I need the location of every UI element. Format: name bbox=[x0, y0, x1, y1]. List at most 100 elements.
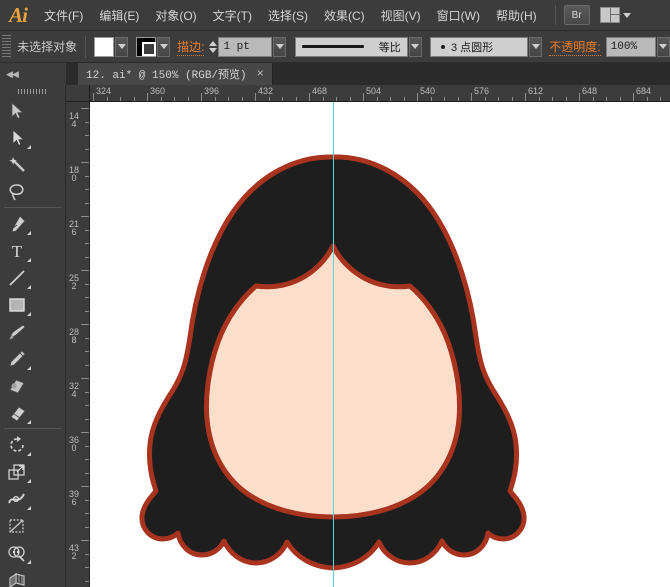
menu-effect[interactable]: 效果(C) bbox=[317, 3, 372, 28]
direct-selection-tool[interactable] bbox=[0, 124, 33, 151]
layout-switcher-icon bbox=[600, 7, 620, 23]
character-head-illustration[interactable] bbox=[90, 102, 670, 587]
illustrator-window: Ai 文件(F) 编辑(E) 对象(O) 文字(T) 选择(S) 效果(C) 视… bbox=[0, 0, 670, 587]
opacity-label: 不透明度: bbox=[549, 38, 600, 56]
lasso-tool[interactable] bbox=[0, 178, 33, 205]
horizontal-ruler[interactable]: 324360396432468504540576612648684 bbox=[66, 85, 670, 102]
ruler-minor-tick bbox=[85, 311, 89, 312]
line-segment-tool[interactable] bbox=[0, 264, 33, 291]
stroke-weight-stepper[interactable] bbox=[209, 41, 217, 53]
close-icon[interactable]: × bbox=[257, 68, 264, 80]
ruler-minor-tick bbox=[498, 97, 499, 101]
rotate-tool[interactable] bbox=[0, 431, 33, 458]
lasso-icon bbox=[7, 182, 27, 202]
bridge-button[interactable]: Br bbox=[564, 5, 590, 25]
tool-flyout-icon bbox=[27, 479, 31, 483]
ruler-label: 468 bbox=[312, 86, 327, 96]
workspace-switcher-button[interactable] bbox=[600, 7, 631, 23]
ruler-label: 648 bbox=[582, 86, 597, 96]
arrow-white-icon bbox=[7, 128, 27, 148]
menu-type[interactable]: 文字(T) bbox=[206, 3, 259, 28]
ruler-major-tick bbox=[417, 93, 418, 101]
stroke-profile-dropdown[interactable] bbox=[409, 37, 422, 57]
stroke-color-swatch[interactable] bbox=[136, 37, 156, 57]
stroke-swatch-dropdown[interactable] bbox=[157, 37, 170, 57]
control-bar-grip[interactable] bbox=[2, 35, 11, 59]
menu-view[interactable]: 视图(V) bbox=[374, 3, 428, 28]
ruler-minor-tick bbox=[85, 135, 89, 136]
menu-window[interactable]: 窗口(W) bbox=[430, 3, 487, 28]
magic-wand-tool[interactable] bbox=[0, 151, 33, 178]
tool-divider bbox=[4, 207, 61, 208]
blob-brush-tool[interactable] bbox=[0, 372, 33, 399]
paintbrush-tool[interactable] bbox=[0, 318, 33, 345]
fill-swatch-dropdown[interactable] bbox=[115, 37, 128, 57]
document-tab-bar: ◀◀ 12. ai* @ 150% (RGB/预览) × bbox=[0, 63, 670, 85]
free-transform-tool[interactable] bbox=[0, 512, 33, 539]
stroke-weight-dropdown[interactable] bbox=[273, 37, 286, 57]
tools-panel-grip[interactable] bbox=[0, 85, 65, 97]
chevron-down-icon bbox=[160, 44, 168, 49]
ruler-label: 288 bbox=[69, 328, 79, 344]
ruler-label: 180 bbox=[69, 166, 79, 182]
scale-icon bbox=[7, 462, 27, 482]
fill-color-swatch[interactable] bbox=[94, 37, 114, 57]
menu-edit[interactable]: 编辑(E) bbox=[92, 3, 146, 28]
ruler-minor-tick bbox=[85, 554, 89, 555]
stroke-weight-input[interactable]: 1 pt bbox=[218, 37, 272, 57]
width-tool[interactable] bbox=[0, 485, 33, 512]
brush-preview-icon bbox=[441, 45, 445, 49]
stroke-profile-label: 等比 bbox=[379, 39, 401, 55]
brush-definition-select[interactable]: 3 点圆形 bbox=[430, 37, 528, 57]
menu-divider bbox=[555, 5, 556, 25]
eraser-tool[interactable] bbox=[0, 399, 33, 426]
ruler-minor-tick bbox=[85, 405, 89, 406]
ruler-minor-tick bbox=[336, 97, 337, 101]
ruler-major-tick bbox=[81, 324, 89, 325]
ruler-minor-tick bbox=[296, 97, 297, 101]
ruler-minor-tick bbox=[134, 97, 135, 101]
ruler-minor-tick bbox=[85, 567, 89, 568]
artboard-canvas[interactable] bbox=[90, 102, 670, 587]
ruler-minor-tick bbox=[85, 203, 89, 204]
ruler-major-tick bbox=[81, 540, 89, 541]
stroke-profile-select[interactable]: 等比 bbox=[295, 37, 408, 57]
tool-flyout-icon bbox=[27, 258, 31, 262]
brush-definition-dropdown[interactable] bbox=[529, 37, 542, 57]
tool-flyout-icon bbox=[27, 560, 31, 564]
shape-builder-tool[interactable] bbox=[0, 539, 33, 566]
opacity-dropdown[interactable] bbox=[657, 37, 670, 57]
control-bar: 未选择对象 描边: 1 pt 等比 3 点圆形 不透明度: 100% bbox=[0, 31, 670, 63]
ruler-minor-tick bbox=[377, 97, 378, 101]
ruler-major-tick bbox=[471, 93, 472, 101]
ruler-label: 540 bbox=[420, 86, 435, 96]
tools-panel-collapse-button[interactable]: ◀◀ bbox=[0, 63, 66, 85]
tool-flyout-icon bbox=[27, 420, 31, 424]
opacity-input[interactable]: 100% bbox=[606, 37, 656, 57]
menu-help[interactable]: 帮助(H) bbox=[489, 3, 544, 28]
menu-file[interactable]: 文件(F) bbox=[37, 3, 90, 28]
ruler-minor-tick bbox=[120, 97, 121, 101]
menu-select[interactable]: 选择(S) bbox=[261, 3, 315, 28]
perspective-grid-tool[interactable] bbox=[0, 566, 33, 587]
ruler-label: 360 bbox=[150, 86, 165, 96]
document-tab[interactable]: 12. ai* @ 150% (RGB/预览) × bbox=[78, 63, 273, 85]
vertical-ruler[interactable]: 144180216252288324360396432468 bbox=[66, 102, 90, 587]
pencil-tool[interactable] bbox=[0, 345, 33, 372]
selection-tool[interactable] bbox=[0, 97, 33, 124]
ruler-label: 684 bbox=[636, 86, 651, 96]
perspective-grid-icon bbox=[7, 570, 27, 587]
ruler-label: 324 bbox=[96, 86, 111, 96]
rectangle-tool[interactable] bbox=[0, 291, 33, 318]
ruler-minor-tick bbox=[215, 97, 216, 101]
ruler-major-tick bbox=[309, 93, 310, 101]
ruler-minor-tick bbox=[85, 176, 89, 177]
ruler-minor-tick bbox=[85, 297, 89, 298]
ruler-minor-tick bbox=[161, 97, 162, 101]
ruler-minor-tick bbox=[512, 97, 513, 101]
scale-tool[interactable] bbox=[0, 458, 33, 485]
type-tool[interactable]: T bbox=[0, 237, 33, 264]
menu-object[interactable]: 对象(O) bbox=[148, 3, 203, 28]
pen-tool[interactable] bbox=[0, 210, 33, 237]
control-divider bbox=[85, 36, 86, 58]
